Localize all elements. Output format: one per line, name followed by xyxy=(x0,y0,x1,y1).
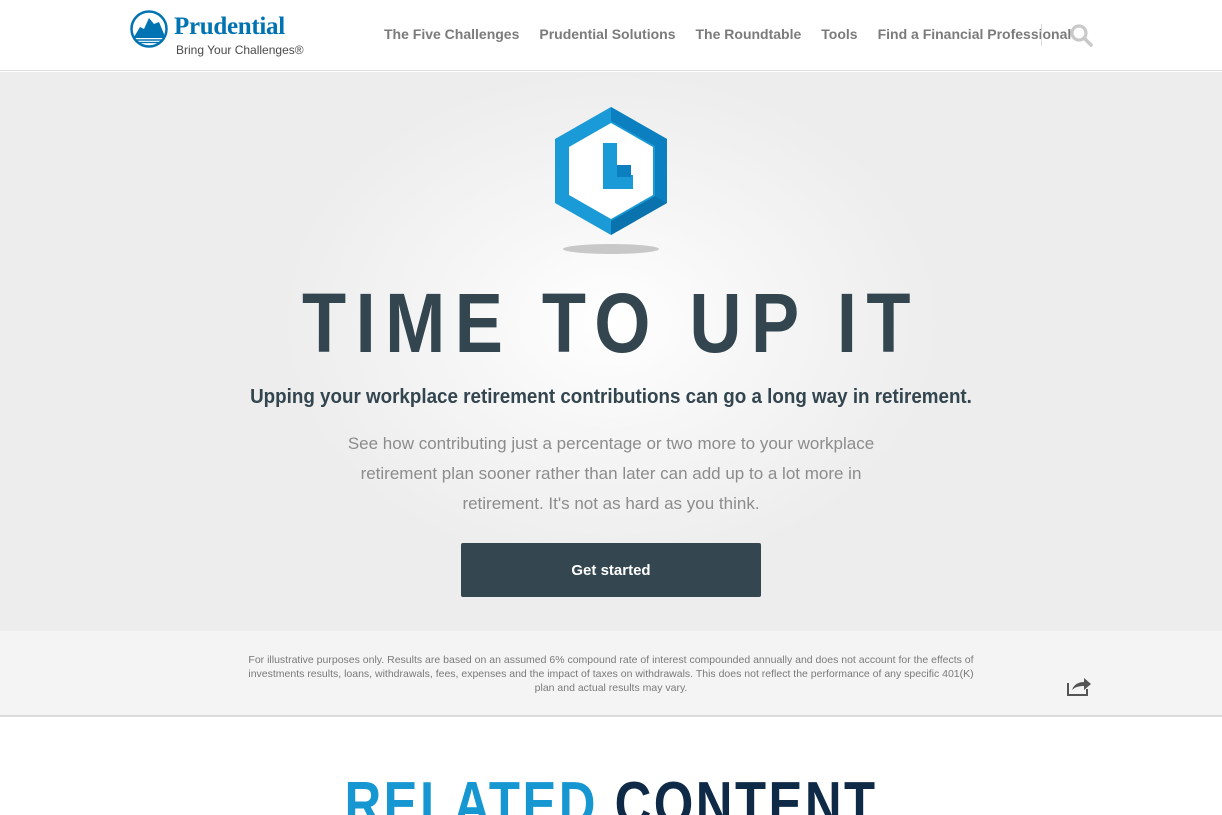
related-heading-part1: RELATED xyxy=(344,770,598,815)
related-content-heading: RELATED CONTENT xyxy=(110,770,1112,815)
site-header: Prudential Bring Your Challenges® The Fi… xyxy=(0,0,1222,71)
related-content-section: RELATED CONTENT xyxy=(0,718,1222,815)
nav-item-prudential-solutions[interactable]: Prudential Solutions xyxy=(539,24,675,44)
logo-wordmark: Prudential xyxy=(174,13,285,40)
share-button[interactable] xyxy=(1066,675,1092,697)
get-started-button[interactable]: Get started xyxy=(461,543,761,597)
nav-item-roundtable[interactable]: The Roundtable xyxy=(696,24,802,44)
disclaimer-band: For illustrative purposes only. Results … xyxy=(0,631,1222,717)
main-nav: The Five Challenges Prudential Solutions… xyxy=(384,24,1071,44)
rock-of-gibraltar-icon xyxy=(130,10,168,48)
search-button[interactable] xyxy=(1068,22,1094,48)
nav-item-find-financial-professional[interactable]: Find a Financial Professional xyxy=(878,24,1072,44)
hexagon-clock-icon xyxy=(555,107,667,254)
hero-body-text: See how contributing just a percentage o… xyxy=(347,434,875,513)
disclaimer-text: For illustrative purposes only. Results … xyxy=(248,654,974,694)
nav-divider xyxy=(1041,24,1042,46)
share-icon xyxy=(1067,678,1091,696)
prudential-logo[interactable]: Prudential Bring Your Challenges® xyxy=(130,9,304,59)
search-icon xyxy=(1070,24,1093,47)
logo-tagline: Bring Your Challenges® xyxy=(176,43,304,57)
nav-item-five-challenges[interactable]: The Five Challenges xyxy=(384,24,519,44)
hero-title: TIME TO UP IT xyxy=(301,276,921,370)
hero-section: TIME TO UP IT Upping your workplace reti… xyxy=(0,72,1222,631)
related-heading-part2: CONTENT xyxy=(614,770,878,815)
hero-subtitle: Upping your workplace retirement contrib… xyxy=(250,386,972,408)
nav-item-tools[interactable]: Tools xyxy=(821,24,857,44)
